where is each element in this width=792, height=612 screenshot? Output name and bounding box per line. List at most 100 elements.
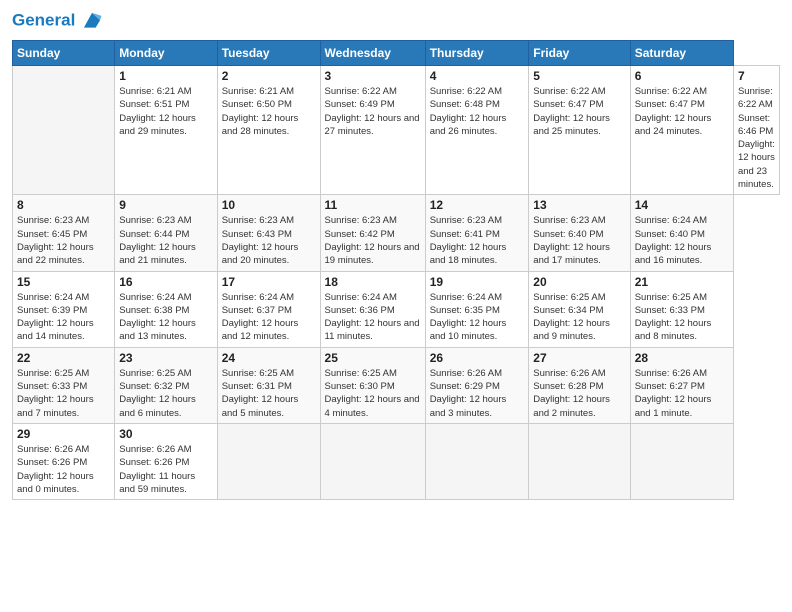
day-cell-26: 26Sunrise: 6:26 AMSunset: 6:29 PMDayligh… [425, 347, 529, 423]
day-info: Sunrise: 6:25 AMSunset: 6:30 PMDaylight:… [325, 367, 421, 420]
day-cell-10: 10 Sunrise: 6:23 AMSunset: 6:43 PMDayligh… [217, 195, 320, 271]
day-number: 7 [738, 69, 775, 83]
day-info: Sunrise: 6:21 AMSunset: 6:51 PMDaylight:… [119, 85, 212, 138]
day-info: Sunrise: 6:23 AMSunset: 6:43 PMDaylight:… [222, 214, 316, 267]
logo-icon [81, 10, 103, 32]
day-cell-2: 2 Sunrise: 6:21 AMSunset: 6:50 PMDaylight… [217, 66, 320, 195]
day-cell-25: 25 Sunrise: 6:25 AMSunset: 6:30 PMDayligh… [320, 347, 425, 423]
logo-text: General [12, 10, 103, 32]
day-number: 17 [222, 275, 316, 289]
day-number: 11 [325, 198, 421, 212]
day-cell-21: 21 Sunrise: 6:25 AMSunset: 6:33 PMDayligh… [630, 271, 733, 347]
day-number: 23 [119, 351, 212, 365]
day-info: Sunrise: 6:24 AMSunset: 6:39 PMDaylight:… [17, 291, 110, 344]
empty-cell [630, 423, 733, 499]
day-cell-4: 4 Sunrise: 6:22 AMSunset: 6:48 PMDaylight… [425, 66, 529, 195]
day-number: 24 [222, 351, 316, 365]
logo: General [12, 10, 103, 32]
day-info: Sunrise: 6:22 AMSunset: 6:46 PMDaylight:… [738, 85, 775, 191]
day-number: 25 [325, 351, 421, 365]
day-cell-20: 20 Sunrise: 6:25 AMSunset: 6:34 PMDayligh… [529, 271, 630, 347]
day-number: 13 [533, 198, 625, 212]
day-info: Sunrise: 6:24 AMSunset: 6:38 PMDaylight:… [119, 291, 212, 344]
day-cell-29: 29Sunrise: 6:26 AMSunset: 6:26 PMDayligh… [13, 423, 115, 499]
day-info: Sunrise: 6:25 AMSunset: 6:33 PMDaylight:… [635, 291, 729, 344]
day-info: Sunrise: 6:21 AMSunset: 6:50 PMDaylight:… [222, 85, 316, 138]
day-cell-8: 8 Sunrise: 6:23 AMSunset: 6:45 PMDaylight… [13, 195, 115, 271]
day-number: 27 [533, 351, 625, 365]
day-cell-16: 16 Sunrise: 6:24 AMSunset: 6:38 PMDayligh… [115, 271, 217, 347]
day-number: 1 [119, 69, 212, 83]
day-cell-7: 7 Sunrise: 6:22 AMSunset: 6:46 PMDaylight… [733, 66, 779, 195]
week-row-3: 15 Sunrise: 6:24 AMSunset: 6:39 PMDayligh… [13, 271, 780, 347]
day-number: 14 [635, 198, 729, 212]
day-cell-3: 3Sunrise: 6:22 AMSunset: 6:49 PMDaylight… [320, 66, 425, 195]
day-info: Sunrise: 6:22 AMSunset: 6:47 PMDaylight:… [533, 85, 625, 138]
header-row: SundayMondayTuesdayWednesdayThursdayFrid… [13, 41, 780, 66]
day-number: 22 [17, 351, 110, 365]
day-cell-28: 28 Sunrise: 6:26 AMSunset: 6:27 PMDayligh… [630, 347, 733, 423]
day-info: Sunrise: 6:22 AMSunset: 6:49 PMDaylight:… [325, 85, 421, 138]
day-cell-22: 22 Sunrise: 6:25 AMSunset: 6:33 PMDayligh… [13, 347, 115, 423]
day-number: 21 [635, 275, 729, 289]
day-cell-11: 11Sunrise: 6:23 AMSunset: 6:42 PMDayligh… [320, 195, 425, 271]
day-number: 12 [430, 198, 525, 212]
col-header-friday: Friday [529, 41, 630, 66]
day-cell-14: 14 Sunrise: 6:24 AMSunset: 6:40 PMDayligh… [630, 195, 733, 271]
day-info: Sunrise: 6:26 AMSunset: 6:26 PMDaylight:… [17, 443, 110, 496]
day-cell-24: 24Sunrise: 6:25 AMSunset: 6:31 PMDayligh… [217, 347, 320, 423]
day-number: 9 [119, 198, 212, 212]
day-cell-15: 15 Sunrise: 6:24 AMSunset: 6:39 PMDayligh… [13, 271, 115, 347]
empty-cell [425, 423, 529, 499]
day-cell-6: 6 Sunrise: 6:22 AMSunset: 6:47 PMDaylight… [630, 66, 733, 195]
day-info: Sunrise: 6:26 AMSunset: 6:26 PMDaylight:… [119, 443, 212, 496]
day-cell-13: 13 Sunrise: 6:23 AMSunset: 6:40 PMDayligh… [529, 195, 630, 271]
day-info: Sunrise: 6:25 AMSunset: 6:34 PMDaylight:… [533, 291, 625, 344]
col-header-tuesday: Tuesday [217, 41, 320, 66]
day-info: Sunrise: 6:24 AMSunset: 6:40 PMDaylight:… [635, 214, 729, 267]
page-container: General SundayMondayTuesdayWednesdayThur… [0, 0, 792, 510]
col-header-sunday: Sunday [13, 41, 115, 66]
day-info: Sunrise: 6:26 AMSunset: 6:29 PMDaylight:… [430, 367, 525, 420]
day-number: 4 [430, 69, 525, 83]
week-row-1: 1 Sunrise: 6:21 AMSunset: 6:51 PMDaylight… [13, 66, 780, 195]
empty-cell [217, 423, 320, 499]
day-info: Sunrise: 6:23 AMSunset: 6:40 PMDaylight:… [533, 214, 625, 267]
day-number: 8 [17, 198, 110, 212]
day-number: 20 [533, 275, 625, 289]
col-header-wednesday: Wednesday [320, 41, 425, 66]
day-info: Sunrise: 6:26 AMSunset: 6:28 PMDaylight:… [533, 367, 625, 420]
day-cell-27: 27 Sunrise: 6:26 AMSunset: 6:28 PMDayligh… [529, 347, 630, 423]
empty-cell [529, 423, 630, 499]
col-header-thursday: Thursday [425, 41, 529, 66]
day-number: 16 [119, 275, 212, 289]
week-row-4: 22 Sunrise: 6:25 AMSunset: 6:33 PMDayligh… [13, 347, 780, 423]
day-cell-12: 12 Sunrise: 6:23 AMSunset: 6:41 PMDayligh… [425, 195, 529, 271]
day-info: Sunrise: 6:22 AMSunset: 6:47 PMDaylight:… [635, 85, 729, 138]
day-info: Sunrise: 6:23 AMSunset: 6:44 PMDaylight:… [119, 214, 212, 267]
day-cell-18: 18Sunrise: 6:24 AMSunset: 6:36 PMDayligh… [320, 271, 425, 347]
day-info: Sunrise: 6:26 AMSunset: 6:27 PMDaylight:… [635, 367, 729, 420]
empty-cell [13, 66, 115, 195]
day-number: 2 [222, 69, 316, 83]
day-info: Sunrise: 6:25 AMSunset: 6:33 PMDaylight:… [17, 367, 110, 420]
day-info: Sunrise: 6:23 AMSunset: 6:41 PMDaylight:… [430, 214, 525, 267]
day-info: Sunrise: 6:25 AMSunset: 6:32 PMDaylight:… [119, 367, 212, 420]
day-cell-5: 5Sunrise: 6:22 AMSunset: 6:47 PMDaylight… [529, 66, 630, 195]
col-header-monday: Monday [115, 41, 217, 66]
day-number: 6 [635, 69, 729, 83]
day-cell-17: 17Sunrise: 6:24 AMSunset: 6:37 PMDayligh… [217, 271, 320, 347]
day-number: 10 [222, 198, 316, 212]
day-number: 18 [325, 275, 421, 289]
week-row-5: 29Sunrise: 6:26 AMSunset: 6:26 PMDayligh… [13, 423, 780, 499]
day-cell-19: 19Sunrise: 6:24 AMSunset: 6:35 PMDayligh… [425, 271, 529, 347]
day-info: Sunrise: 6:22 AMSunset: 6:48 PMDaylight:… [430, 85, 525, 138]
empty-cell [320, 423, 425, 499]
day-number: 15 [17, 275, 110, 289]
day-cell-1: 1 Sunrise: 6:21 AMSunset: 6:51 PMDaylight… [115, 66, 217, 195]
day-number: 30 [119, 427, 212, 441]
day-number: 28 [635, 351, 729, 365]
week-row-2: 8 Sunrise: 6:23 AMSunset: 6:45 PMDaylight… [13, 195, 780, 271]
day-info: Sunrise: 6:23 AMSunset: 6:45 PMDaylight:… [17, 214, 110, 267]
day-cell-30: 30 Sunrise: 6:26 AMSunset: 6:26 PMDayligh… [115, 423, 217, 499]
